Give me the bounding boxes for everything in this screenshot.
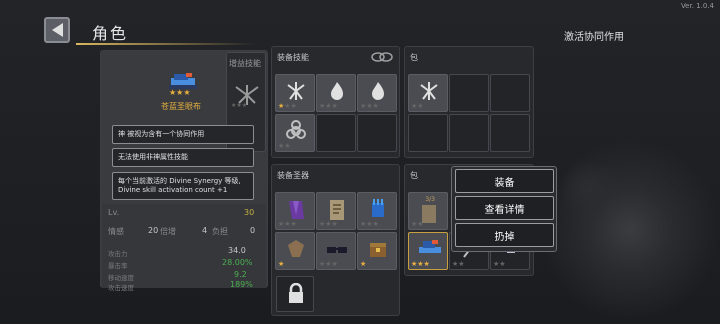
relic-stars: ★ <box>360 260 367 268</box>
stat-label: 移动速度 <box>108 274 134 282</box>
buff-skill-stars: ★★★ <box>231 102 248 109</box>
treasure-chest-icon <box>370 243 386 257</box>
stats-block: Lv. 30 情感 20 倍增 4 负担 0 攻击力 34.0 暴击率 28.0… <box>102 204 266 292</box>
skill-slot[interactable]: ★★★ <box>275 74 315 112</box>
discard-button[interactable]: 扔掉 <box>455 223 554 247</box>
buff-skill-title: 增益技能 <box>229 59 261 68</box>
level-label: Lv. <box>108 208 120 217</box>
bag-slot-empty[interactable] <box>490 114 530 152</box>
bag-slot-empty[interactable] <box>490 74 530 112</box>
emotion-value: 20 <box>148 226 159 235</box>
multiplier-value: 4 <box>202 226 208 235</box>
character-stars: ★★★ <box>169 88 191 97</box>
skill-slot[interactable]: ★★ <box>275 114 315 152</box>
relic-slot[interactable]: ★★★ <box>316 232 356 270</box>
item-count: 3/3 <box>425 196 435 203</box>
equip-button[interactable]: 装备 <box>455 169 554 193</box>
bag-slot-empty[interactable] <box>449 74 489 112</box>
equipped-skills-title: 装备技能 <box>277 53 309 62</box>
relic-stars: ★★★ <box>360 220 379 228</box>
page-title: 角色 <box>92 24 129 43</box>
lock-icon <box>289 283 303 303</box>
relic-stars: ★★★ <box>278 220 297 228</box>
skill-slot[interactable]: ★★★ <box>357 74 397 112</box>
burden-label: 负担 <box>212 227 228 236</box>
relic-bag-title: 包 <box>410 171 418 180</box>
flame-icon <box>331 82 343 100</box>
bone-shield-icon <box>288 240 304 257</box>
relic-slot[interactable]: ★ <box>357 232 397 270</box>
stat-value: 34.0 <box>228 246 246 255</box>
title-underline <box>76 43 256 45</box>
biohazard-icon <box>286 120 306 139</box>
equipped-relics-title: 装备圣器 <box>277 171 309 180</box>
stat-label: 攻击力 <box>108 250 128 258</box>
back-button[interactable] <box>44 17 70 43</box>
relic-bag-stars: ★★ <box>411 220 424 228</box>
flame-icon <box>372 82 384 100</box>
skill-slot-empty[interactable] <box>357 114 397 152</box>
skill-slot[interactable]: ★★★ <box>316 74 356 112</box>
skill-stars: ★★ <box>278 142 291 150</box>
trait-tooltip-3: 每个当前激活的 Divine Synergy 等级, Divine skill … <box>112 172 254 200</box>
relic-stars: ★★★ <box>319 220 338 228</box>
synergy-link-icon[interactable] <box>371 51 393 63</box>
relic-slot[interactable]: ★★★ <box>316 192 356 230</box>
dragon-skull-icon <box>287 82 305 100</box>
stat-value: 9.2 <box>234 270 247 279</box>
relic-slot[interactable]: ★ <box>275 232 315 270</box>
stat-value: 28.00% <box>222 258 253 267</box>
character-name: 苍蓝圣眼布 <box>161 102 201 111</box>
relic-bag-stars: ★★ <box>452 260 465 268</box>
locked-relic-slot[interactable] <box>276 276 314 312</box>
skill-stars: ★★★ <box>278 102 297 110</box>
skill-slot-empty[interactable] <box>316 114 356 152</box>
relic-bag-stars: ★★★ <box>411 260 430 268</box>
bag-stars: ★★ <box>411 102 424 110</box>
back-arrow-icon <box>51 23 63 37</box>
stat-label: 暴击率 <box>108 262 128 270</box>
trait-tooltip-1: 神 被视为含有一个协同作用 <box>112 125 254 144</box>
view-details-button[interactable]: 查看详情 <box>455 196 554 220</box>
rainbow-hat-icon <box>419 240 441 253</box>
relic-bag-slot-selected[interactable]: ★★★ <box>408 232 448 270</box>
stat-label: 攻击速度 <box>108 284 134 292</box>
version-label: Ver. 1.0.4 <box>680 2 714 10</box>
burden-value: 0 <box>250 226 256 235</box>
relic-stars: ★ <box>278 260 285 268</box>
activate-synergy-label[interactable]: 激活协同作用 <box>564 28 624 43</box>
stat-value: 189% <box>230 280 253 289</box>
level-value: 30 <box>244 208 255 217</box>
multiplier-label: 倍增 <box>160 227 176 236</box>
relic-slot[interactable]: ★★★ <box>275 192 315 230</box>
dragon-skull-icon <box>420 82 438 100</box>
bag-slot-empty[interactable] <box>408 114 448 152</box>
relic-slot[interactable]: ★★★ <box>357 192 397 230</box>
bag-slot[interactable]: ★★ <box>408 74 448 112</box>
skill-stars: ★★★ <box>360 102 379 110</box>
skill-bag-title: 包 <box>410 53 418 62</box>
trait-tooltip-2: 无法使用非神属性技能 <box>112 148 254 167</box>
skill-stars: ★★★ <box>319 102 338 110</box>
relic-bag-slot[interactable]: 3/3 ★★ <box>408 192 448 230</box>
relic-stars: ★★★ <box>319 260 338 268</box>
emotion-label: 情感 <box>108 227 124 236</box>
relic-bag-stars: ★★ <box>493 260 506 268</box>
bag-slot-empty[interactable] <box>449 114 489 152</box>
